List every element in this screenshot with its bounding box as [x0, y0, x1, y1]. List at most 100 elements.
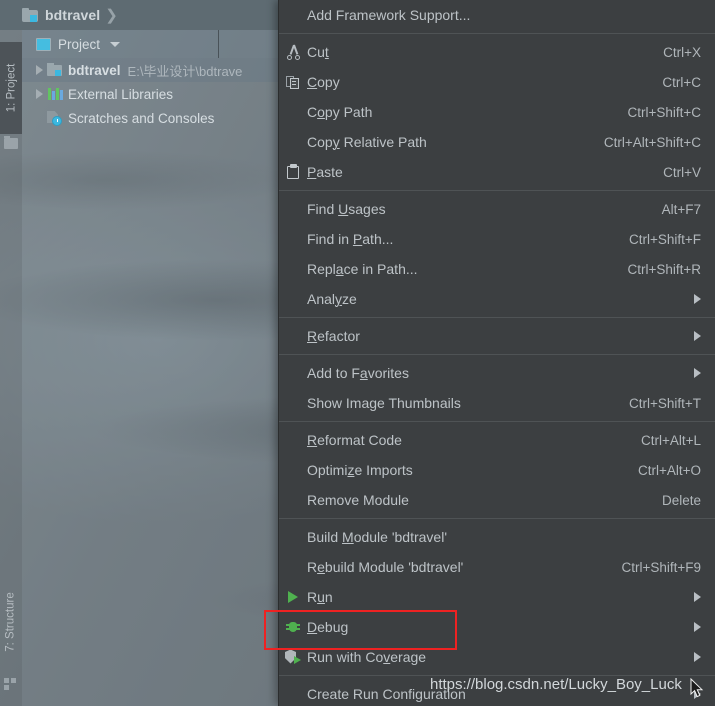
menu-item-build-module-bdtravel[interactable]: Build Module 'bdtravel'	[279, 522, 715, 552]
project-tab-label: 1: Project	[5, 63, 18, 113]
cut-icon	[279, 43, 307, 61]
menu-item-copy-path[interactable]: Copy Path Ctrl+Shift+C	[279, 97, 715, 127]
menu-item-optimize-imports[interactable]: Optimize Imports Ctrl+Alt+O	[279, 455, 715, 485]
menu-item-label: Paste	[307, 164, 343, 180]
menu-icon-slot	[279, 491, 307, 509]
menu-item-label: Rebuild Module 'bdtravel'	[307, 559, 464, 575]
copy-icon	[279, 73, 307, 91]
menu-item-shortcut: Alt+F7	[661, 201, 701, 217]
breadcrumb: bdtravel ❯	[0, 0, 280, 30]
menu-item-shortcut: Ctrl+Shift+T	[628, 395, 701, 411]
menu-item-add-framework-support[interactable]: Add Framework Support...	[279, 0, 715, 30]
menu-item-label: Build Module 'bdtravel'	[307, 529, 447, 545]
project-tool-window-title: Project	[58, 36, 101, 52]
menu-item-run[interactable]: Run	[279, 582, 715, 612]
menu-item-shortcut: Ctrl+Shift+F9	[621, 559, 701, 575]
menu-item-refactor[interactable]: Refactor	[279, 321, 715, 351]
tree-node-external-libraries[interactable]: External Libraries	[22, 82, 280, 106]
watermark-url: https://blog.csdn.net/Lucky_Boy_Luck	[430, 676, 682, 693]
scratches-clock-icon	[46, 110, 64, 126]
structure-icon	[4, 678, 18, 690]
menu-item-rebuild-module-bdtravel[interactable]: Rebuild Module 'bdtravel' Ctrl+Shift+F9	[279, 552, 715, 582]
menu-item-label: Find in Path...	[307, 231, 394, 247]
menu-item-label: Remove Module	[307, 492, 409, 508]
menu-separator	[279, 421, 715, 422]
submenu-arrow-icon	[694, 294, 701, 304]
project-tool-window: Project bdtravel E:\毕业设计\bdtrave External …	[22, 30, 280, 706]
tree-node-label: External Libraries	[68, 86, 174, 102]
menu-item-show-image-thumbnails[interactable]: Show Image Thumbnails Ctrl+Shift+T	[279, 388, 715, 418]
submenu-arrow-icon	[694, 331, 701, 341]
ide-window: bdtravel ❯ 1: Project 7: Structure Proje…	[0, 0, 715, 706]
menu-item-paste[interactable]: Paste Ctrl+V	[279, 157, 715, 187]
menu-icon-slot	[279, 133, 307, 151]
project-tree: bdtravel E:\毕业设计\bdtrave External Librarie…	[22, 58, 280, 130]
coverage-icon	[279, 648, 307, 666]
menu-item-shortcut: Ctrl+Shift+C	[627, 104, 701, 120]
menu-item-label: Show Image Thumbnails	[307, 395, 461, 411]
module-folder-icon	[22, 8, 38, 22]
context-menu: Add Framework Support... Cut Ctrl+X Copy Ctr…	[278, 0, 715, 706]
chevron-right-icon: ❯	[105, 6, 118, 24]
menu-item-shortcut: Ctrl+Alt+O	[637, 462, 701, 478]
submenu-arrow-icon	[694, 368, 701, 378]
menu-item-label: Refactor	[307, 328, 360, 344]
expand-arrow-icon[interactable]	[32, 89, 46, 99]
menu-item-label: Copy Path	[307, 104, 373, 120]
project-folder-icon	[4, 136, 18, 149]
menu-item-label: Debug	[307, 619, 349, 635]
library-bars-icon	[46, 86, 64, 102]
menu-item-copy-relative-path[interactable]: Copy Relative Path Ctrl+Alt+Shift+C	[279, 127, 715, 157]
tree-node-label: bdtravel	[68, 62, 121, 78]
menu-item-find-usages[interactable]: Find Usages Alt+F7	[279, 194, 715, 224]
menu-item-label: Copy	[307, 74, 340, 90]
menu-icon-slot	[279, 431, 307, 449]
sidebar-item-structure-tab[interactable]: 7: Structure	[0, 570, 22, 674]
menu-icon-slot	[279, 461, 307, 479]
menu-item-label: Find Usages	[307, 201, 386, 217]
menu-icon-slot	[279, 327, 307, 345]
menu-item-shortcut: Ctrl+C	[662, 74, 701, 90]
menu-item-label: Add to Favorites	[307, 365, 409, 381]
menu-item-label: Run with Coverage	[307, 649, 427, 665]
tool-window-stripe-left: 1: Project 7: Structure	[0, 30, 22, 706]
submenu-arrow-icon	[694, 592, 701, 602]
tree-node-scratches-and-consoles[interactable]: Scratches and Consoles	[22, 106, 280, 130]
project-tool-window-header[interactable]: Project	[22, 30, 280, 58]
structure-tab-label: 7: Structure	[5, 592, 18, 652]
menu-item-remove-module[interactable]: Remove Module Delete	[279, 485, 715, 515]
menu-item-shortcut: Ctrl+Shift+R	[627, 261, 701, 277]
menu-icon-slot	[279, 6, 307, 24]
menu-icon-slot	[279, 260, 307, 278]
menu-item-label: Cut	[307, 44, 329, 60]
sidebar-item-project-tab[interactable]: 1: Project	[0, 42, 22, 134]
menu-icon-slot	[279, 394, 307, 412]
menu-item-add-to-favorites[interactable]: Add to Favorites	[279, 358, 715, 388]
chevron-down-icon[interactable]	[110, 41, 121, 47]
menu-icon-slot	[279, 364, 307, 382]
menu-item-reformat-code[interactable]: Reformat Code Ctrl+Alt+L	[279, 425, 715, 455]
menu-item-label: Reformat Code	[307, 432, 402, 448]
expand-arrow-icon[interactable]	[32, 65, 46, 75]
menu-item-cut[interactable]: Cut Ctrl+X	[279, 37, 715, 67]
menu-icon-slot	[279, 685, 307, 703]
menu-item-replace-in-path[interactable]: Replace in Path... Ctrl+Shift+R	[279, 254, 715, 284]
menu-item-find-in-path[interactable]: Find in Path... Ctrl+Shift+F	[279, 224, 715, 254]
menu-separator	[279, 518, 715, 519]
menu-item-shortcut: Ctrl+Alt+L	[640, 432, 701, 448]
menu-item-debug[interactable]: Debug	[279, 612, 715, 642]
tree-node-path: E:\毕业设计\bdtrave	[127, 63, 243, 79]
menu-item-label: Optimize Imports	[307, 462, 413, 478]
tree-node-label: Scratches and Consoles	[68, 110, 215, 126]
tree-node-bdtravel[interactable]: bdtravel E:\毕业设计\bdtrave	[22, 58, 280, 82]
menu-item-run-with-coverage[interactable]: Run with Coverage	[279, 642, 715, 672]
menu-item-copy[interactable]: Copy Ctrl+C	[279, 67, 715, 97]
menu-item-label: Replace in Path...	[307, 261, 418, 277]
submenu-arrow-icon	[694, 622, 701, 632]
breadcrumb-project-name[interactable]: bdtravel	[45, 7, 100, 23]
menu-item-label: Analyze	[307, 291, 357, 307]
menu-item-shortcut: Ctrl+Alt+Shift+C	[603, 134, 701, 150]
menu-item-analyze[interactable]: Analyze	[279, 284, 715, 314]
menu-separator	[279, 33, 715, 34]
submenu-arrow-icon	[694, 652, 701, 662]
